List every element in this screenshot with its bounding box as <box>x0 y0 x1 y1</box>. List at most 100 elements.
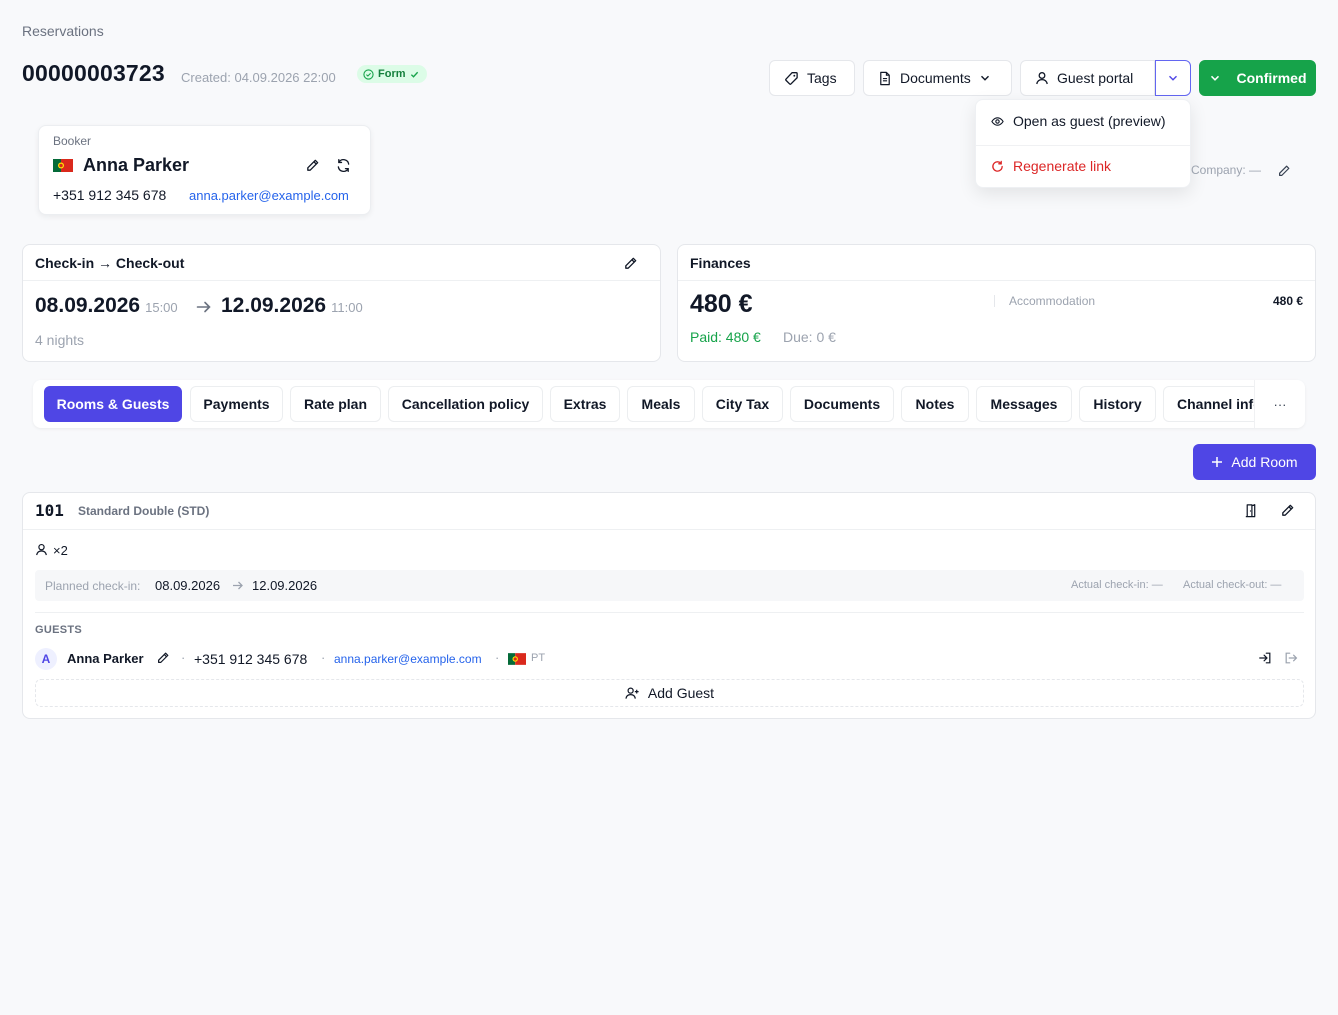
chevron-down-icon <box>1169 75 1177 81</box>
finances-title: Finances <box>690 254 751 271</box>
form-status-badge: Form <box>357 65 427 83</box>
pencil-icon[interactable] <box>1277 164 1291 178</box>
planned-checkin-label: Planned check-in: <box>45 579 141 593</box>
paid-amount: Paid: 480 € <box>690 329 761 345</box>
portugal-flag-icon <box>53 159 73 172</box>
tab-city-tax[interactable]: City Tax <box>702 386 783 422</box>
guest-phone: +351 912 345 678 <box>194 651 308 667</box>
plus-icon <box>1212 457 1223 467</box>
guest-portal-dropdown: Open as guest (preview) Regenerate link <box>975 99 1191 188</box>
tab-cancellation-policy[interactable]: Cancellation policy <box>388 386 543 422</box>
tab-meals[interactable]: Meals <box>627 386 695 422</box>
booker-email[interactable]: anna.parker@example.com <box>189 188 349 203</box>
actual-checkin: Actual check-in: — <box>1071 579 1163 591</box>
finances-card: Finances 480 € Paid: 480 € Due: 0 € Acco… <box>677 244 1316 362</box>
regenerate-link-menu-item[interactable]: Regenerate link <box>991 158 1111 174</box>
form-badge-label: Form <box>378 68 406 80</box>
actual-checkout: Actual check-out: — <box>1183 579 1282 591</box>
tab-rate-plan[interactable]: Rate plan <box>290 386 381 422</box>
documents-button[interactable]: Documents <box>863 60 1012 96</box>
check-out-icon[interactable] <box>1284 651 1298 665</box>
pencil-icon[interactable] <box>305 158 320 173</box>
user-plus-icon <box>625 687 639 699</box>
room-occupancy: ×2 <box>53 543 68 558</box>
tab-extras[interactable]: Extras <box>550 386 620 422</box>
status-label: Confirmed <box>1236 70 1307 86</box>
pencil-icon[interactable] <box>156 651 170 665</box>
divider <box>35 612 1304 613</box>
tabs-more-button[interactable]: ··· <box>1254 380 1305 428</box>
tab-payments[interactable]: Payments <box>190 386 283 422</box>
tab-history[interactable]: History <box>1079 386 1156 422</box>
planned-checkout-date: 12.09.2026 <box>252 578 318 593</box>
tab-notes[interactable]: Notes <box>901 386 969 422</box>
planned-dates-bar: Planned check-in: 08.09.2026 12.09.2026 … <box>35 570 1304 601</box>
chevron-down-icon <box>1210 75 1219 81</box>
user-icon <box>1036 72 1048 85</box>
page-title: 00000003723 <box>22 60 165 86</box>
separator-dot: · <box>321 650 326 665</box>
created-timestamp: Created: 04.09.2026 22:00 <box>181 70 336 85</box>
open-as-guest-menu-item[interactable]: Open as guest (preview) <box>991 113 1166 129</box>
stay-dates-header: Check-in → Check-out <box>23 245 660 281</box>
refresh-icon <box>992 160 1003 172</box>
checkout-date: 12.09.2026 <box>221 294 327 317</box>
booker-card: Booker Anna Parker +351 912 345 678 anna… <box>38 125 371 215</box>
checkin-date: 08.09.2026 <box>35 294 141 317</box>
booker-name: Anna Parker <box>83 155 190 175</box>
due-amount: Due: 0 € <box>783 329 836 345</box>
document-icon <box>880 71 890 85</box>
company-field: Company: — <box>1191 163 1262 177</box>
sync-icon[interactable] <box>336 158 351 173</box>
separator-dot: · <box>495 650 500 665</box>
status-confirmed-button[interactable]: Confirmed <box>1199 60 1316 96</box>
check-in-icon[interactable] <box>1258 651 1272 665</box>
booker-phone: +351 912 345 678 <box>53 187 167 203</box>
tab-documents[interactable]: Documents <box>790 386 894 422</box>
finances-total: 480 € <box>690 290 753 318</box>
guest-portal-menu-toggle[interactable] <box>1155 60 1191 96</box>
guest-portal-button[interactable]: Guest portal <box>1020 60 1155 96</box>
nights-count: 4 nights <box>35 332 85 348</box>
documents-label: Documents <box>900 70 971 86</box>
checkout-time: 11:00 <box>331 300 363 315</box>
room-card: 101 Standard Double (STD) ×2 Planned che… <box>22 492 1316 719</box>
chevron-down-icon <box>980 75 989 81</box>
tags-button[interactable]: Tags <box>769 60 855 96</box>
planned-checkin-date: 08.09.2026 <box>155 578 221 593</box>
finances-header: Finances <box>678 245 1315 281</box>
tag-icon <box>785 71 798 85</box>
booker-label: Booker <box>53 134 92 148</box>
eye-icon <box>991 116 1004 126</box>
stay-dates-title: Check-in → Check-out <box>35 254 185 271</box>
room-header <box>23 493 1315 530</box>
check-icon <box>410 71 418 78</box>
separator-dot: · <box>181 650 186 665</box>
accommodation-label: Accommodation <box>1009 294 1096 308</box>
pencil-icon[interactable] <box>623 256 638 271</box>
arrow-right-icon <box>196 300 212 314</box>
check-circle-icon <box>363 68 374 80</box>
pencil-icon[interactable] <box>1280 503 1295 518</box>
divider <box>994 295 995 307</box>
guest-portal-label: Guest portal <box>1057 70 1134 86</box>
breadcrumb[interactable]: Reservations <box>22 23 104 39</box>
stay-dates-card: Check-in → Check-out 08.09.2026 15:00 12… <box>22 244 661 362</box>
person-icon <box>35 543 48 556</box>
add-room-button[interactable]: Add Room <box>1193 444 1316 480</box>
guest-name: Anna Parker <box>67 651 144 666</box>
room-number: 101 <box>35 501 64 520</box>
guests-section-header: GUESTS <box>35 624 83 636</box>
guest-email[interactable]: anna.parker@example.com <box>334 652 482 666</box>
room-type: Standard Double (STD) <box>78 504 210 518</box>
tab-messages[interactable]: Messages <box>976 386 1072 422</box>
tab-rooms-guests[interactable]: Rooms & Guests <box>44 386 182 422</box>
add-room-label: Add Room <box>1231 454 1298 470</box>
accommodation-value: 480 € <box>1272 294 1303 308</box>
avatar: A <box>35 648 57 670</box>
portugal-flag-icon <box>508 653 526 665</box>
open-as-guest-label: Open as guest (preview) <box>1013 113 1166 129</box>
door-icon[interactable] <box>1243 503 1258 518</box>
add-guest-button[interactable]: Add Guest <box>35 679 1304 707</box>
arrow-right-icon <box>232 580 244 591</box>
